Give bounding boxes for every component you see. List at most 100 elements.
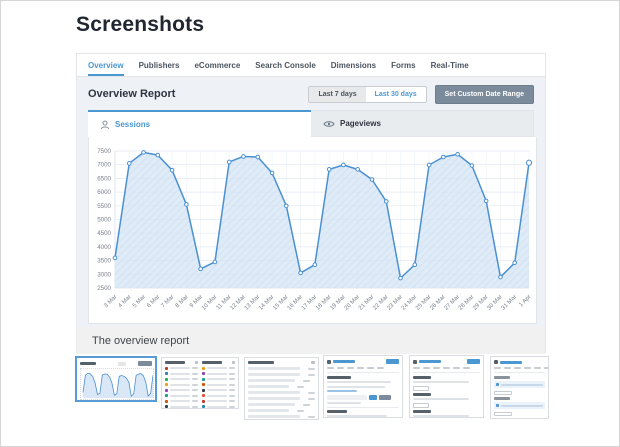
- skeleton-shape: [327, 390, 357, 392]
- last-30-days-button[interactable]: Last 30 days: [365, 86, 426, 102]
- x-tick-label: 10 Mar: [201, 294, 218, 311]
- skeleton-shape: [248, 385, 315, 388]
- skeleton-shape: [229, 378, 235, 380]
- skeleton-shape: [248, 361, 315, 419]
- skeleton-shape: [296, 409, 304, 412]
- skeleton-shape: [202, 394, 235, 397]
- tab-publishers[interactable]: Publishers: [139, 54, 180, 76]
- skeleton-shape: [500, 360, 522, 364]
- tab-overview[interactable]: Overview: [88, 54, 124, 76]
- skeleton-shape: [165, 366, 168, 370]
- thumbnail-settings-2[interactable]: [409, 355, 484, 418]
- skeleton-shape: [202, 383, 235, 386]
- skeleton-shape: [202, 399, 235, 403]
- skeleton-shape: [327, 376, 351, 379]
- skeleton-shape: [296, 385, 304, 388]
- data-point-marker: [469, 163, 475, 168]
- y-tick-label: 4500: [97, 230, 111, 237]
- skeleton-shape: [202, 361, 235, 408]
- skeleton-shape: [494, 360, 545, 364]
- skeleton-shape: [170, 405, 190, 408]
- skeleton-shape: [165, 394, 168, 397]
- skeleton-shape: [202, 361, 235, 364]
- skeleton-shape: [248, 373, 300, 376]
- data-point-marker: [112, 255, 118, 261]
- skeleton-shape: [80, 362, 96, 365]
- skeleton-shape: [494, 372, 545, 373]
- sessions-tab-label: Sessions: [115, 120, 151, 129]
- sessions-tab[interactable]: Sessions: [88, 110, 311, 137]
- skeleton-shape: [413, 410, 431, 413]
- skeleton-shape: [308, 397, 315, 400]
- skeleton-shape: [165, 361, 198, 408]
- skeleton-shape: [494, 367, 548, 369]
- thumbnail-settings-3[interactable]: [490, 356, 549, 419]
- thumbnail-overview-chart[interactable]: [75, 356, 157, 402]
- tab-dimensions[interactable]: Dimensions: [331, 54, 376, 76]
- thumbnail-single-list[interactable]: [244, 357, 319, 420]
- skeleton-shape: [494, 411, 512, 416]
- x-tick-label: 4 Mar: [118, 294, 133, 309]
- skeleton-shape: [229, 367, 235, 369]
- skeleton-shape: [207, 400, 227, 402]
- tab-real-time[interactable]: Real-Time: [431, 54, 469, 76]
- skeleton-shape: [202, 388, 205, 392]
- x-tick-label: 31 Mar: [501, 294, 518, 311]
- sessions-chart-panel: 2500 3000 3500 4000 4500 5000 5500 6000 6500 7000…: [88, 137, 537, 324]
- skeleton-shape: [170, 378, 190, 380]
- skeleton-shape: [327, 367, 399, 369]
- skeleton-shape: [165, 388, 168, 392]
- skeleton-shape: [496, 383, 499, 386]
- x-axis-labels: 3 Mar 4 Mar 5 Mar 6 Mar 7 Mar 8 Mar 9 Mar10 Ma…: [103, 294, 532, 311]
- data-point-marker: [269, 170, 275, 176]
- skeleton-shape: [138, 361, 152, 366]
- skeleton-shape: [195, 361, 198, 364]
- skeleton-shape: [413, 402, 429, 408]
- last-7-days-button[interactable]: Last 7 days: [309, 86, 366, 102]
- skeleton-shape: [311, 361, 315, 364]
- tab-forms[interactable]: Forms: [391, 54, 415, 76]
- skeleton-shape: [192, 378, 198, 380]
- skeleton-shape: [413, 381, 469, 383]
- skeleton-shape: [367, 367, 374, 369]
- data-point-marker: [383, 199, 389, 204]
- skeleton-shape: [165, 366, 198, 370]
- x-tick-label: 7 Mar: [160, 294, 175, 309]
- data-point-marker: [212, 259, 218, 265]
- skeleton-shape: [248, 391, 315, 394]
- skeleton-shape: [229, 372, 235, 375]
- skeleton-shape: [413, 372, 480, 373]
- skeleton-shape: [248, 373, 315, 376]
- skeleton-shape: [192, 372, 198, 375]
- skeleton-shape: [202, 366, 235, 370]
- skeleton-shape: [165, 399, 168, 403]
- data-point-marker: [525, 159, 533, 166]
- y-tick-label: 7000: [97, 162, 111, 169]
- y-tick-label: 5500: [97, 203, 111, 210]
- skeleton-shape: [248, 415, 315, 418]
- tab-ecommerce[interactable]: eCommerce: [194, 54, 240, 76]
- skeleton-shape: [248, 415, 300, 418]
- data-point-marker: [369, 177, 375, 182]
- data-point-marker: [455, 151, 460, 157]
- skeleton-shape: [202, 405, 205, 408]
- tab-search-console[interactable]: Search Console: [255, 54, 315, 76]
- thumbnail-settings-1[interactable]: [323, 355, 403, 418]
- set-custom-date-range-button[interactable]: Set Custom Date Range: [434, 84, 534, 104]
- pageviews-tab[interactable]: Pageviews: [311, 110, 534, 137]
- skeleton-shape: [413, 367, 420, 369]
- y-tick-label: 4000: [97, 244, 111, 251]
- skeleton-shape: [413, 376, 480, 417]
- thumbnail-two-column-lists[interactable]: [161, 357, 239, 409]
- eye-icon: [323, 120, 335, 128]
- skeleton-shape: [494, 367, 501, 369]
- report-header: Overview Report Last 7 days Last 30 days…: [88, 77, 534, 105]
- skeleton-shape: [504, 367, 511, 369]
- data-point-marker: [512, 260, 518, 266]
- skeleton-shape: [494, 381, 545, 388]
- skeleton-shape: [494, 376, 545, 418]
- skeleton-shape: [165, 361, 185, 364]
- skeleton-shape: [202, 372, 205, 375]
- skeleton-shape: [413, 393, 431, 396]
- skeleton-shape: [327, 359, 331, 364]
